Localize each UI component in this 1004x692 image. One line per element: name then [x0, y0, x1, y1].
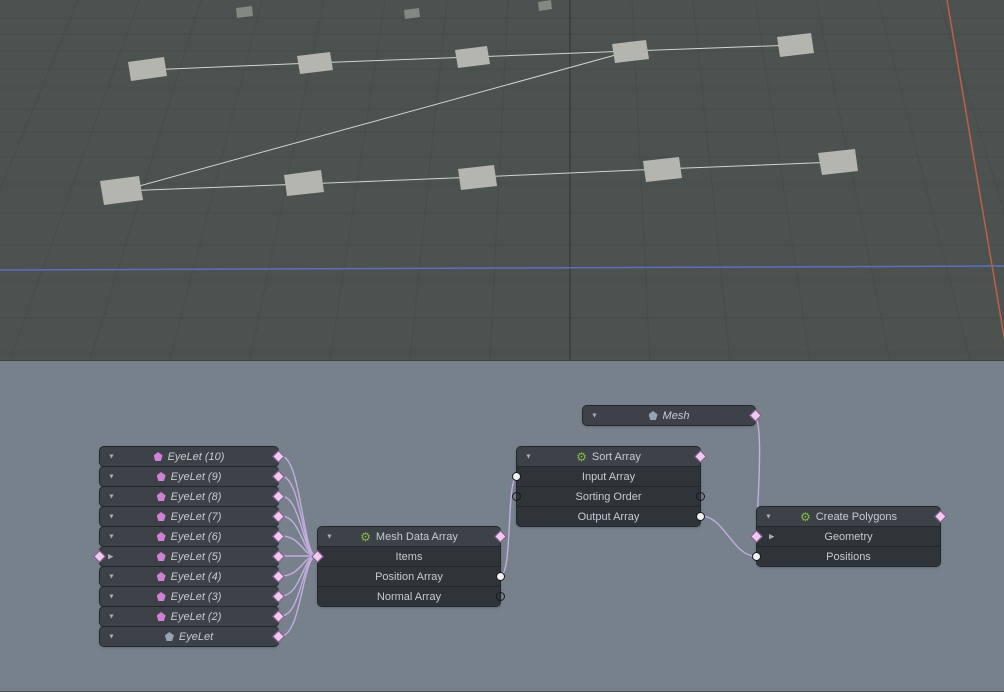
collapse-toggle-icon[interactable]: ▼ — [108, 513, 115, 520]
collapse-toggle-icon[interactable]: ▼ — [525, 453, 532, 460]
input-array-input-connector[interactable] — [512, 472, 521, 481]
collapse-toggle-icon[interactable]: ▼ — [108, 453, 115, 460]
node-eyelet-4[interactable]: ▼ EyeLet (4) — [100, 567, 278, 586]
row-label: Normal Array — [377, 591, 441, 603]
collapse-toggle-icon[interactable]: ▼ — [326, 533, 333, 540]
node-title: EyeLet — [179, 631, 213, 643]
operator-gear-icon: ⚙ — [800, 511, 811, 523]
application-window: ▼ EyeLet (10) ▼ EyeLet (9) ▼ EyeLet (8) … — [0, 0, 1004, 691]
node-eyelet-5[interactable]: ▶ EyeLet (5) — [100, 547, 278, 566]
collapse-toggle-icon[interactable]: ▼ — [108, 573, 115, 580]
mesh-item-icon — [649, 411, 658, 420]
item-icon — [154, 452, 163, 461]
item-icon — [157, 472, 166, 481]
node-eyelet-8[interactable]: ▼ EyeLet (8) — [100, 487, 278, 506]
node-title: EyeLet (7) — [171, 511, 222, 523]
row-output-array[interactable]: Output Array — [517, 506, 700, 526]
item-icon — [157, 512, 166, 521]
node-title: EyeLet (10) — [168, 451, 225, 463]
row-label: Geometry — [824, 531, 872, 543]
item-icon — [157, 572, 166, 581]
node-title: Mesh Data Array — [376, 531, 458, 543]
node-mesh[interactable]: ▼ Mesh — [583, 406, 755, 425]
row-geometry[interactable]: ▶ Geometry — [757, 526, 940, 546]
item-icon — [157, 552, 166, 561]
row-position-array[interactable]: Position Array — [318, 566, 500, 586]
collapse-toggle-icon[interactable]: ▼ — [591, 412, 598, 419]
position-array-output-connector[interactable] — [496, 572, 505, 581]
operator-gear-icon: ⚙ — [360, 531, 371, 543]
sorting-order-input-connector[interactable] — [512, 492, 521, 501]
node-title: Mesh — [663, 410, 690, 422]
collapse-toggle-icon[interactable]: ▼ — [108, 633, 115, 640]
node-title: EyeLet (5) — [171, 551, 222, 563]
collapse-toggle-icon[interactable]: ▼ — [108, 613, 115, 620]
node-eyelet-7[interactable]: ▼ EyeLet (7) — [100, 507, 278, 526]
node-title: EyeLet (8) — [171, 491, 222, 503]
node-eyelet-9[interactable]: ▼ EyeLet (9) — [100, 467, 278, 486]
schematic-panel[interactable]: ▼ EyeLet (10) ▼ EyeLet (9) ▼ EyeLet (8) … — [0, 360, 1004, 691]
item-icon — [157, 532, 166, 541]
node-sort-array[interactable]: ▼ ⚙Sort Array Input Array Sorting Order … — [517, 447, 700, 526]
collapse-toggle-icon[interactable]: ▼ — [108, 473, 115, 480]
sorting-order-output-connector[interactable] — [696, 492, 705, 501]
positions-input-connector[interactable] — [752, 552, 761, 561]
collapse-toggle-icon[interactable]: ▼ — [108, 533, 115, 540]
node-eyelet-1[interactable]: ▼ EyeLet — [100, 627, 278, 646]
collapse-toggle-icon[interactable]: ▼ — [765, 513, 772, 520]
viewport-canvas — [0, 0, 1004, 360]
row-label: Sorting Order — [575, 491, 641, 503]
item-icon — [157, 492, 166, 501]
node-title: EyeLet (2) — [171, 611, 222, 623]
row-label: Items — [396, 551, 423, 563]
node-title: EyeLet (4) — [171, 571, 222, 583]
node-create-polygons[interactable]: ▼ ⚙ Create Polygons ▶ Geometry Positions — [757, 507, 940, 566]
node-title: Sort Array — [592, 451, 641, 463]
output-array-output-connector[interactable] — [696, 512, 705, 521]
collapse-toggle-icon[interactable]: ▼ — [108, 593, 115, 600]
collapse-toggle-icon[interactable]: ▶ — [108, 553, 113, 560]
wire-outputarray-positions — [701, 516, 755, 556]
3d-viewport[interactable] — [0, 0, 1004, 360]
normal-array-output-connector[interactable] — [496, 592, 505, 601]
row-positions[interactable]: Positions — [757, 546, 940, 566]
collapse-toggle-icon[interactable]: ▼ — [108, 493, 115, 500]
row-input-array[interactable]: Input Array — [517, 466, 700, 486]
node-mesh-data-array[interactable]: ▼ ⚙Mesh Data Array Items Position Array … — [318, 527, 500, 606]
row-label: Input Array — [582, 471, 635, 483]
mesh-item-icon — [165, 632, 174, 641]
node-title: EyeLet (3) — [171, 591, 222, 603]
node-eyelet-2[interactable]: ▼ EyeLet (2) — [100, 607, 278, 626]
node-title: Create Polygons — [816, 511, 897, 523]
row-normal-array[interactable]: Normal Array — [318, 586, 500, 606]
operator-gear-icon: ⚙ — [576, 451, 587, 463]
node-title: EyeLet (6) — [171, 531, 222, 543]
node-eyelet-6[interactable]: ▼ EyeLet (6) — [100, 527, 278, 546]
row-sorting-order[interactable]: Sorting Order — [517, 486, 700, 506]
row-items[interactable]: Items — [318, 546, 500, 566]
row-label: Position Array — [375, 571, 443, 583]
row-label: Positions — [826, 551, 871, 563]
wire-positionarray-inputarray — [500, 476, 517, 576]
node-title: EyeLet (9) — [171, 471, 222, 483]
node-eyelet-10[interactable]: ▼ EyeLet (10) — [100, 447, 278, 466]
row-label: Output Array — [578, 511, 640, 523]
item-icon — [157, 592, 166, 601]
node-eyelet-3[interactable]: ▼ EyeLet (3) — [100, 587, 278, 606]
item-icon — [157, 612, 166, 621]
expand-arrow-icon[interactable]: ▶ — [769, 533, 774, 540]
